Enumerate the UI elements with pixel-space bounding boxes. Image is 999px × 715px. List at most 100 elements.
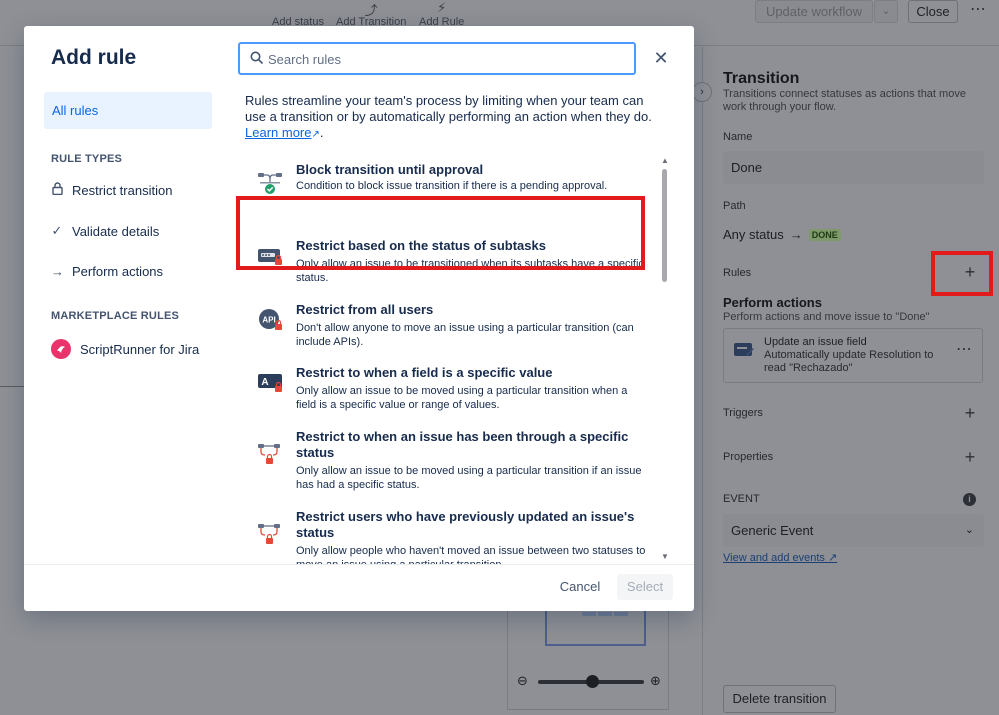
update-workflow-dropdown[interactable]: ⌄	[874, 0, 898, 23]
add-status-tool[interactable]: Add status	[272, 0, 324, 28]
rules-label: Rules	[723, 267, 752, 279]
nav-restrict-transition[interactable]: Restrict transition	[51, 180, 172, 200]
rule-icon: ⚡	[437, 0, 447, 15]
rule-item-previously-updated[interactable]: Restrict users who have previously updat…	[238, 509, 658, 564]
rule-title: Restrict to when an issue has been throu…	[296, 429, 629, 460]
chevron-down-icon: ⌄	[964, 524, 974, 536]
minimap-node	[614, 612, 628, 616]
nav-perform-label: Perform actions	[72, 263, 164, 279]
check-icon: ✓	[51, 223, 63, 238]
triggers-label: Triggers	[723, 407, 763, 419]
rule-item-field-value[interactable]: A Restrict to when a field is a specific…	[238, 365, 658, 411]
scroll-down-icon[interactable]: ▼	[661, 552, 669, 561]
nav-all-rules[interactable]: All rules	[44, 92, 212, 129]
update-workflow-button[interactable]: Update workflow	[755, 0, 873, 23]
nav-scriptrunner[interactable]: ScriptRunner for Jira	[51, 339, 199, 359]
path-label: Path	[723, 200, 746, 212]
learn-more-text: Learn more	[245, 125, 312, 140]
arrow-right-icon: →	[789, 227, 803, 242]
nav-scriptrunner-label: ScriptRunner for Jira	[80, 341, 200, 357]
search-icon	[250, 51, 264, 65]
external-link-icon: ↗	[828, 552, 838, 564]
nav-restrict-label: Restrict transition	[72, 182, 173, 198]
panel-subtitle: Transitions connect statuses as actions …	[723, 88, 966, 113]
add-rule-modal: Add rule All rules RULE TYPES Restrict t…	[24, 26, 694, 611]
scroll-up-icon[interactable]: ▲	[661, 156, 669, 165]
nav-perform-actions[interactable]: → Perform actions	[51, 261, 163, 281]
intro-text: Rules streamline your team's process by …	[245, 93, 652, 124]
update-field-icon	[734, 343, 754, 356]
search-rules-input[interactable]	[268, 50, 618, 68]
view-events-link[interactable]: View and add events ↗	[723, 551, 837, 564]
learn-more-link[interactable]: Learn more	[245, 125, 311, 140]
select-button[interactable]: Select	[617, 574, 673, 600]
external-link-icon: ↗	[311, 129, 320, 140]
add-rule-tool[interactable]: ⚡ Add Rule	[419, 0, 464, 28]
approval-icon	[258, 173, 282, 194]
marketplace-heading: MARKETPLACE RULES	[51, 310, 180, 322]
collapse-panel-icon[interactable]: ›	[692, 82, 712, 102]
perform-actions-title: Perform actions	[723, 295, 822, 310]
name-label: Name	[723, 131, 753, 143]
canvas-connector	[0, 386, 24, 387]
rule-title: Block transition until approval	[296, 162, 484, 177]
minimap-node	[582, 612, 596, 616]
field-icon: A	[258, 374, 282, 392]
rule-item-all-users[interactable]: API Restrict from all users Don't allow …	[238, 302, 658, 348]
rule-types-heading: RULE TYPES	[51, 153, 123, 165]
rule-card-title: Update an issue field	[764, 336, 867, 348]
more-icon[interactable]: ⋯	[956, 339, 972, 359]
perform-actions-subtitle: Perform actions and move issue to "Done"	[723, 311, 930, 323]
rule-title: Restrict from all users	[296, 302, 434, 317]
zoom-in-icon[interactable]: ⊕	[650, 673, 661, 689]
scrollbar-thumb[interactable]	[662, 169, 667, 282]
event-select[interactable]: Generic Event ⌄	[723, 514, 984, 547]
info-icon[interactable]: i	[963, 493, 976, 506]
users-history-icon	[258, 524, 280, 544]
nav-validate-details[interactable]: ✓ Validate details	[51, 221, 160, 241]
status-history-icon	[258, 444, 280, 464]
scriptrunner-logo-icon	[51, 339, 71, 359]
rule-description: Only allow people who haven't moved an i…	[296, 545, 646, 564]
rule-item-been-through-status[interactable]: Restrict to when an issue has been throu…	[238, 429, 658, 491]
api-icon: API	[259, 309, 282, 330]
properties-label: Properties	[723, 451, 774, 463]
zoom-out-icon[interactable]: ⊖	[517, 673, 528, 689]
rule-card-description: Automatically update Resolution to read …	[764, 349, 934, 374]
path-value: Any status → DONE	[723, 227, 841, 242]
transition-icon: ⤴	[364, 3, 378, 18]
status-icon	[272, 0, 324, 16]
close-icon[interactable]: ✕	[651, 48, 671, 68]
add-property-plus-icon[interactable]: +	[960, 447, 980, 468]
rule-description: Don't allow anyone to move an issue usin…	[296, 322, 634, 348]
modal-intro: Rules streamline your team's process by …	[245, 93, 652, 140]
add-transition-tool[interactable]: ⤴ Add Transition	[336, 0, 406, 28]
rule-title: Restrict to when a field is a specific v…	[296, 365, 553, 380]
rule-description: Only allow an issue to be moved using a …	[296, 465, 642, 491]
event-label: EVENT	[723, 493, 760, 505]
nav-validate-label: Validate details	[72, 223, 160, 239]
close-editor-button[interactable]: Close	[908, 0, 958, 23]
zoom-slider-thumb[interactable]	[586, 675, 599, 688]
panel-title: Transition	[723, 70, 800, 87]
highlight-box-subtasks-rule	[236, 196, 645, 270]
rule-description: Only allow an issue to be moved using a …	[296, 385, 628, 411]
arrow-right-icon: →	[51, 263, 64, 279]
add-trigger-plus-icon[interactable]: +	[960, 403, 980, 424]
status-badge: DONE	[808, 228, 841, 241]
svg-text:API: API	[262, 316, 275, 325]
more-icon[interactable]: ⋯	[964, 0, 992, 23]
highlight-box-add-rule	[931, 251, 993, 296]
cancel-button[interactable]: Cancel	[550, 574, 610, 600]
view-events-text: View and add events	[723, 552, 825, 564]
rule-title: Restrict users who have previously updat…	[296, 509, 635, 540]
rule-description: Condition to block issue transition if t…	[296, 180, 608, 192]
modal-title: Add rule	[51, 46, 137, 69]
svg-text:A: A	[261, 377, 268, 388]
delete-transition-button[interactable]: Delete transition	[723, 685, 836, 713]
search-rules-input-wrapper[interactable]	[238, 42, 636, 75]
transition-name-field[interactable]: Done	[723, 151, 984, 184]
path-from: Any status	[723, 227, 784, 242]
rule-card[interactable]: Update an issue field Automatically upda…	[723, 328, 983, 383]
event-selected-value: Generic Event	[731, 523, 814, 538]
